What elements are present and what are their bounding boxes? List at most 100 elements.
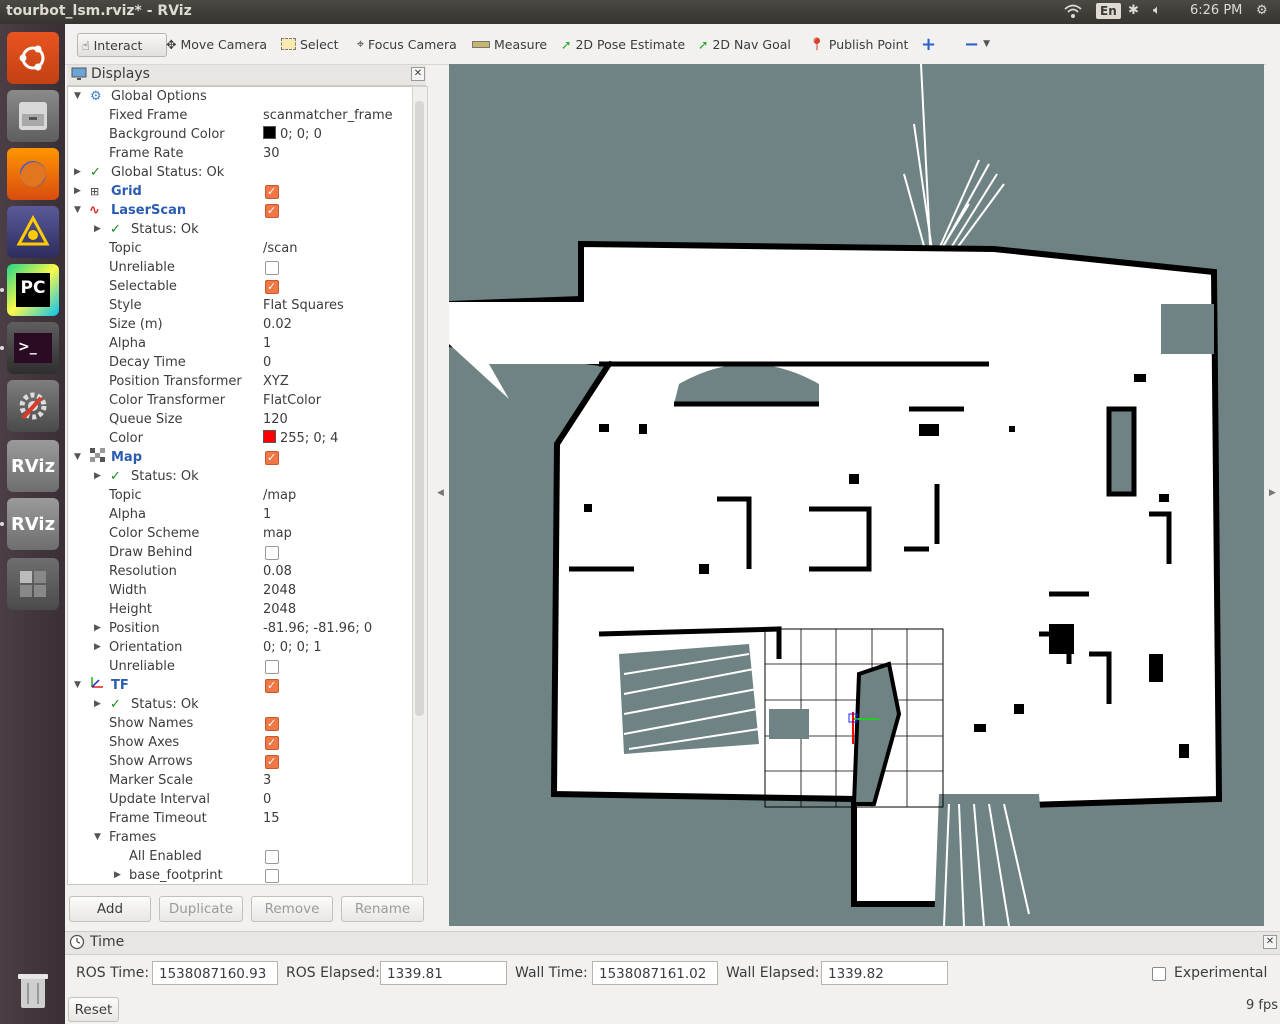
- expand-down-arrow-icon[interactable]: ▼: [74, 448, 81, 467]
- experimental-checkbox[interactable]: [1152, 967, 1166, 981]
- row-value[interactable]: 1: [263, 505, 271, 524]
- tree-row-alpha[interactable]: Alpha 1: [68, 505, 412, 524]
- tree-row-topic[interactable]: Topic/scan: [68, 239, 412, 258]
- row-value[interactable]: 15: [263, 809, 280, 828]
- row-value[interactable]: -81.96; -81.96; 0: [263, 619, 372, 638]
- expand-right-arrow-icon[interactable]: ▶: [74, 182, 81, 201]
- tree-row-grid[interactable]: ▶ ⊞ Grid: [68, 182, 412, 201]
- expand-right-arrow-icon[interactable]: ▶: [94, 619, 101, 638]
- ros-time-field[interactable]: 1538087160.93: [152, 961, 278, 985]
- bluetooth-icon[interactable]: ✱: [1128, 3, 1139, 18]
- tree-row-position-transformer[interactable]: Position Transformer XYZ: [68, 372, 412, 391]
- row-value[interactable]: 0.02: [263, 315, 292, 334]
- tree-row-unreliable[interactable]: Unreliable: [68, 258, 412, 277]
- wall-time-field[interactable]: 1538087161.02: [592, 961, 718, 985]
- row-value[interactable]: Flat Squares: [263, 296, 344, 315]
- unreliable-checkbox[interactable]: [265, 660, 279, 674]
- select-tool-button[interactable]: Select: [277, 33, 343, 55]
- base-footprint-checkbox[interactable]: [265, 869, 279, 883]
- ros-elapsed-field[interactable]: 1339.81: [380, 961, 507, 985]
- tree-row-queue-size[interactable]: Queue Size 120: [68, 410, 412, 429]
- tree-row-orientation[interactable]: ▶ Orientation 0; 0; 0; 1: [68, 638, 412, 657]
- selectable-checkbox[interactable]: [265, 277, 279, 296]
- terminal-icon[interactable]: >_: [7, 322, 59, 374]
- row-value[interactable]: /map: [263, 486, 296, 505]
- move-camera-tool-button[interactable]: ✥ Move Camera: [162, 33, 271, 55]
- row-value[interactable]: 0; 0; 0; 1: [263, 638, 322, 657]
- row-value[interactable]: 30: [263, 144, 280, 163]
- tree-row-size[interactable]: Size (m) 0.02: [68, 315, 412, 334]
- close-icon[interactable]: ✕: [411, 67, 425, 81]
- row-value[interactable]: 2048: [263, 581, 296, 600]
- tree-row-status-ok[interactable]: ▶ ✓ Status: Ok: [68, 695, 412, 714]
- expand-down-arrow-icon[interactable]: ▼: [74, 676, 81, 695]
- tree-row-color[interactable]: Color 255; 0; 4: [68, 429, 412, 448]
- tree-row-update-interval[interactable]: Update Interval 0: [68, 790, 412, 809]
- power-gear-icon[interactable]: ⚙: [1256, 3, 1268, 18]
- expand-down-arrow-icon[interactable]: ▼: [74, 87, 81, 106]
- row-value[interactable]: /scan: [263, 239, 298, 258]
- splitter-left-arrow-icon[interactable]: ◀: [437, 488, 444, 498]
- tree-row-draw-behind[interactable]: Draw Behind: [68, 543, 412, 562]
- enabled-checkbox[interactable]: [265, 182, 279, 201]
- clock[interactable]: 6:26 PM: [1190, 3, 1242, 18]
- enabled-checkbox[interactable]: [265, 676, 279, 695]
- pycharm-icon[interactable]: PC: [7, 264, 59, 316]
- tree-row-frames[interactable]: ▼ Frames: [68, 828, 412, 847]
- focus-camera-tool-button[interactable]: ⌖ Focus Camera: [353, 33, 461, 55]
- tree-row-global-status[interactable]: ▶ ✓ Global Status: Ok: [68, 163, 412, 182]
- system-settings-icon[interactable]: [7, 380, 59, 432]
- draw-behind-checkbox[interactable]: [265, 546, 279, 560]
- expand-right-arrow-icon[interactable]: ▶: [94, 695, 101, 714]
- remove-display-button[interactable]: Remove: [251, 896, 333, 922]
- close-icon[interactable]: ✕: [1263, 935, 1277, 949]
- tree-row-color-scheme[interactable]: Color Scheme map: [68, 524, 412, 543]
- rviz-icon[interactable]: RViz: [7, 498, 59, 550]
- 2d-nav-goal-button[interactable]: ➚ 2D Nav Goal: [694, 33, 795, 55]
- splitter-right-arrow-icon[interactable]: ▶: [1269, 488, 1276, 498]
- wifi-icon[interactable]: [1064, 3, 1082, 23]
- add-tool-plus-icon[interactable]: +: [917, 33, 940, 55]
- tree-row-global-options[interactable]: ▼ ⚙ Global Options: [68, 87, 412, 106]
- show-arrows-checkbox[interactable]: [265, 752, 279, 771]
- measure-tool-button[interactable]: Measure: [468, 33, 551, 55]
- files-icon[interactable]: [7, 90, 59, 142]
- add-display-button[interactable]: Add: [69, 896, 151, 922]
- rename-display-button[interactable]: Rename: [341, 896, 424, 922]
- row-value[interactable]: 0.08: [263, 562, 292, 581]
- tree-row-status-ok[interactable]: ▶ ✓ Status: Ok: [68, 467, 412, 486]
- row-value[interactable]: 0: [263, 790, 271, 809]
- row-value[interactable]: 0: [263, 353, 271, 372]
- tree-row-show-axes[interactable]: Show Axes: [68, 733, 412, 752]
- wall-elapsed-field[interactable]: 1339.82: [821, 961, 948, 985]
- tree-row-base-footprint[interactable]: ▶ base_footprint: [68, 866, 412, 884]
- tree-row-style[interactable]: Style Flat Squares: [68, 296, 412, 315]
- expand-right-arrow-icon[interactable]: ▶: [74, 163, 81, 182]
- tree-row-show-arrows[interactable]: Show Arrows: [68, 752, 412, 771]
- displays-tree[interactable]: ▼ ⚙ Global Options Fixed Frame scanmatch…: [67, 86, 413, 885]
- row-value[interactable]: 1: [263, 334, 271, 353]
- enabled-checkbox[interactable]: [265, 448, 279, 467]
- expand-right-arrow-icon[interactable]: ▶: [94, 220, 101, 239]
- firefox-icon[interactable]: [7, 148, 59, 200]
- trash-icon[interactable]: [7, 964, 59, 1016]
- row-value[interactable]: 3: [263, 771, 271, 790]
- enabled-checkbox[interactable]: [265, 201, 279, 220]
- render-view-3d[interactable]: [449, 64, 1264, 926]
- tree-row-selectable[interactable]: Selectable: [68, 277, 412, 296]
- tree-row-map[interactable]: ▼ Map: [68, 448, 412, 467]
- tree-row-frame-timeout[interactable]: Frame Timeout 15: [68, 809, 412, 828]
- rviz-icon[interactable]: RViz: [7, 440, 59, 492]
- qgis-icon[interactable]: [7, 206, 59, 258]
- scrollbar-thumb[interactable]: [415, 101, 424, 716]
- tree-row-resolution[interactable]: Resolution 0.08: [68, 562, 412, 581]
- tree-row-tf[interactable]: ▼ TF: [68, 676, 412, 695]
- tree-row-decay-time[interactable]: Decay Time 0: [68, 353, 412, 372]
- tree-row-marker-scale[interactable]: Marker Scale 3: [68, 771, 412, 790]
- row-value[interactable]: 120: [263, 410, 288, 429]
- workspace-switcher-icon[interactable]: [7, 558, 59, 610]
- tree-row-show-names[interactable]: Show Names: [68, 714, 412, 733]
- expand-right-arrow-icon[interactable]: ▶: [114, 866, 121, 884]
- show-names-checkbox[interactable]: [265, 714, 279, 733]
- expand-right-arrow-icon[interactable]: ▶: [94, 638, 101, 657]
